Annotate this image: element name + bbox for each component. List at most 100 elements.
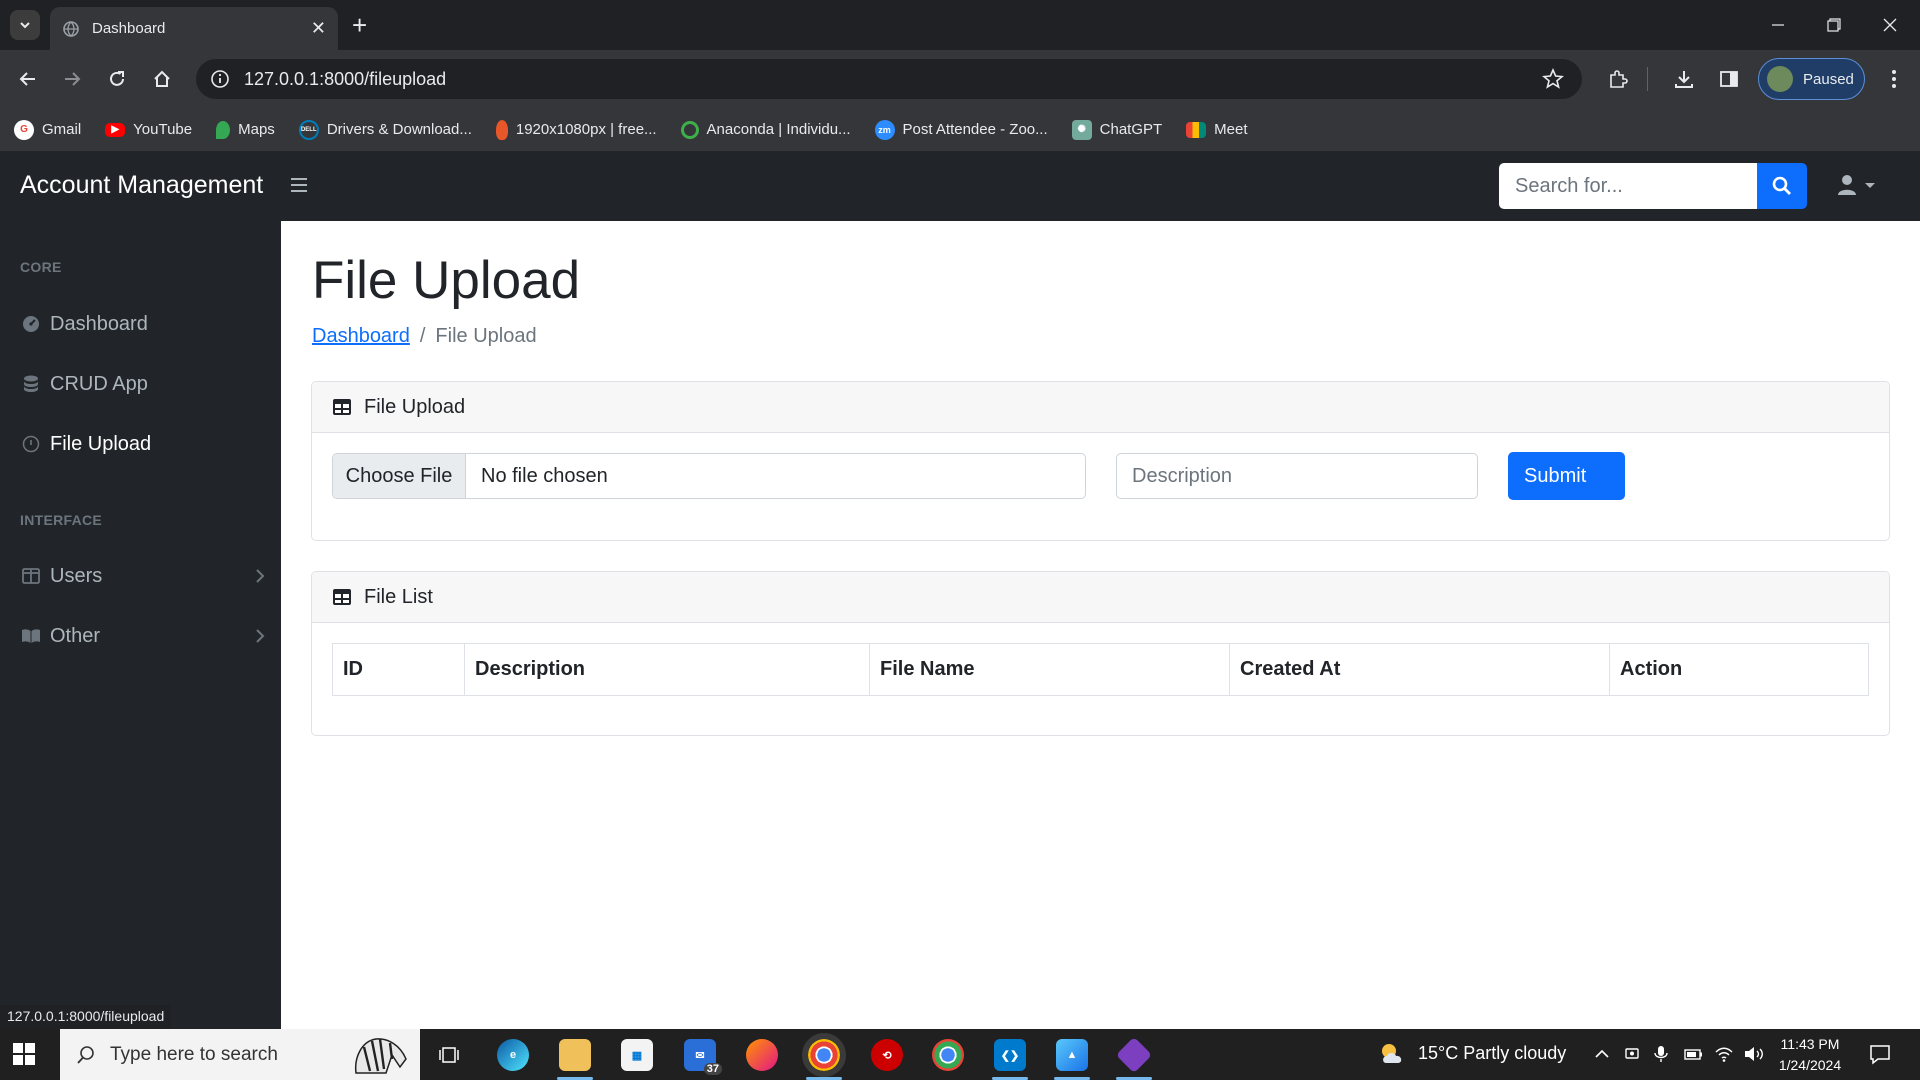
microsoft-store-icon[interactable]: ▦ <box>621 1039 653 1071</box>
browser-tab-dashboard[interactable]: Dashboard ✕ <box>50 7 338 50</box>
card-header: File List <box>312 572 1889 623</box>
battery-icon[interactable] <box>1683 1044 1705 1064</box>
address-bar[interactable]: 127.0.0.1:8000/fileupload <box>196 59 1582 99</box>
toolbar-divider <box>1647 67 1648 91</box>
file-input[interactable]: Choose File No file chosen <box>332 453 1086 499</box>
submit-button[interactable]: Submit <box>1508 452 1625 500</box>
sidebar: CORE Dashboard CRUD App File Upload INTE… <box>0 221 281 1029</box>
minimize-button[interactable] <box>1750 0 1806 50</box>
chrome-dev-icon[interactable] <box>802 1033 846 1077</box>
bookmark-star-icon[interactable] <box>1542 68 1564 90</box>
sidebar-item-other[interactable]: Other <box>20 621 265 651</box>
dell-icon: DELL <box>298 119 319 140</box>
bookmarks-bar: G Gmail ▶ YouTube Maps DELL Drivers & Downl… <box>0 108 1920 151</box>
tab-title: Dashboard <box>92 20 166 37</box>
weather-widget[interactable]: 15°C Partly cloudy <box>1378 1041 1566 1065</box>
tab-search-button[interactable] <box>10 10 40 40</box>
bookmark-gmail[interactable]: G Gmail <box>14 119 81 140</box>
choose-file-button[interactable]: Choose File <box>333 454 466 498</box>
extensions-button[interactable] <box>1602 63 1634 95</box>
git-icon[interactable] <box>1115 1036 1153 1074</box>
top-navbar: Account Management <box>0 151 1920 221</box>
info-icon <box>20 433 42 455</box>
sidebar-item-file-upload[interactable]: File Upload <box>20 429 265 459</box>
wifi-icon[interactable] <box>1714 1044 1734 1064</box>
description-input[interactable] <box>1116 453 1478 499</box>
sidebar-item-label: CRUD App <box>50 372 148 395</box>
restore-button[interactable] <box>1806 0 1862 50</box>
card-title: File List <box>364 585 433 608</box>
sidebar-heading-interface: INTERFACE <box>20 512 103 528</box>
reload-button[interactable] <box>101 63 133 95</box>
vscode-icon[interactable]: ❮❯ <box>994 1039 1026 1071</box>
file-explorer-icon[interactable] <box>559 1039 591 1071</box>
notifications-button[interactable] <box>1868 1042 1892 1066</box>
task-view-icon <box>439 1047 459 1063</box>
columns-icon <box>20 565 42 587</box>
chrome-icon[interactable] <box>932 1039 964 1071</box>
bookmark-youtube[interactable]: ▶ YouTube <box>105 121 192 138</box>
caret-down-icon <box>1865 183 1875 188</box>
column-file-name: File Name <box>869 643 1230 696</box>
firefox-icon[interactable] <box>746 1039 778 1071</box>
globe-icon <box>63 20 79 37</box>
sidebar-item-label: Other <box>50 624 101 647</box>
browser-menu-button[interactable] <box>1878 63 1910 95</box>
table-header-row: ID Description File Name Created At Acti… <box>332 643 1869 696</box>
site-info-icon[interactable] <box>210 69 230 89</box>
search-icon <box>1772 176 1791 195</box>
bookmark-meet[interactable]: Meet <box>1186 121 1248 138</box>
bookmark-maps[interactable]: Maps <box>216 120 275 139</box>
forward-button[interactable] <box>56 63 88 95</box>
breadcrumb-link-dashboard[interactable]: Dashboard <box>312 325 410 348</box>
page-title: File Upload <box>312 251 581 310</box>
new-tab-button[interactable]: + <box>352 10 367 40</box>
taskbar-search-placeholder: Type here to search <box>110 1043 278 1065</box>
taskbar-clock[interactable]: 11:43 PM 1/24/2024 <box>1770 1034 1850 1076</box>
task-view-button[interactable] <box>434 1039 466 1071</box>
antivirus-icon[interactable]: ⟲ <box>871 1039 903 1071</box>
edge-icon[interactable]: e <box>497 1039 529 1071</box>
bookmark-dell[interactable]: DELL Drivers & Download... <box>298 119 472 140</box>
sidebar-toggle-button[interactable] <box>290 177 308 193</box>
bookmark-label: YouTube <box>133 121 193 138</box>
book-open-icon <box>20 625 42 647</box>
sidebar-item-users[interactable]: Users <box>20 561 265 591</box>
photos-icon[interactable]: ▲ <box>1056 1039 1088 1071</box>
partly-cloudy-icon <box>1382 1044 1402 1063</box>
camera-icon[interactable] <box>1624 1044 1642 1064</box>
downloads-button[interactable] <box>1668 63 1700 95</box>
profile-status: Paused <box>1803 70 1854 88</box>
volume-icon[interactable] <box>1743 1044 1765 1064</box>
side-panel-button[interactable] <box>1713 63 1745 95</box>
close-window-button[interactable] <box>1862 0 1918 50</box>
search-button[interactable] <box>1757 163 1807 209</box>
close-tab-icon[interactable]: ✕ <box>311 18 326 39</box>
user-dropdown[interactable] <box>1837 174 1877 196</box>
database-icon <box>20 373 42 395</box>
sidebar-item-crud-app[interactable]: CRUD App <box>20 369 265 399</box>
bookmark-wallpaper[interactable]: 1920x1080px | free... <box>495 119 657 140</box>
close-icon <box>1883 18 1897 32</box>
taskbar-search-box[interactable]: Type here to search <box>60 1029 420 1080</box>
clock-date: 1/24/2024 <box>1778 1057 1842 1073</box>
bookmark-label: Anaconda | Individu... <box>706 121 851 138</box>
bookmark-anaconda[interactable]: Anaconda | Individu... <box>680 120 851 139</box>
user-icon <box>1838 175 1856 195</box>
mail-badge: 37 <box>703 1063 722 1075</box>
back-button[interactable] <box>12 63 44 95</box>
search-input[interactable] <box>1499 163 1757 209</box>
url-text: 127.0.0.1:8000/fileupload <box>244 68 447 89</box>
restore-icon <box>1827 18 1841 32</box>
mail-icon[interactable]: ✉ 37 <box>684 1039 722 1075</box>
brand-title[interactable]: Account Management <box>20 171 263 200</box>
profile-button[interactable]: Paused <box>1758 58 1865 100</box>
sidebar-item-dashboard[interactable]: Dashboard <box>20 309 265 339</box>
start-button[interactable] <box>12 1042 36 1066</box>
bookmark-zoom[interactable]: zm Post Attendee - Zoo... <box>874 119 1048 140</box>
microphone-icon[interactable] <box>1653 1044 1669 1064</box>
bookmark-chatgpt[interactable]: ✺ ChatGPT <box>1071 119 1162 140</box>
reload-icon <box>110 71 124 86</box>
show-hidden-icons-button[interactable] <box>1594 1044 1610 1064</box>
home-button[interactable] <box>146 63 178 95</box>
